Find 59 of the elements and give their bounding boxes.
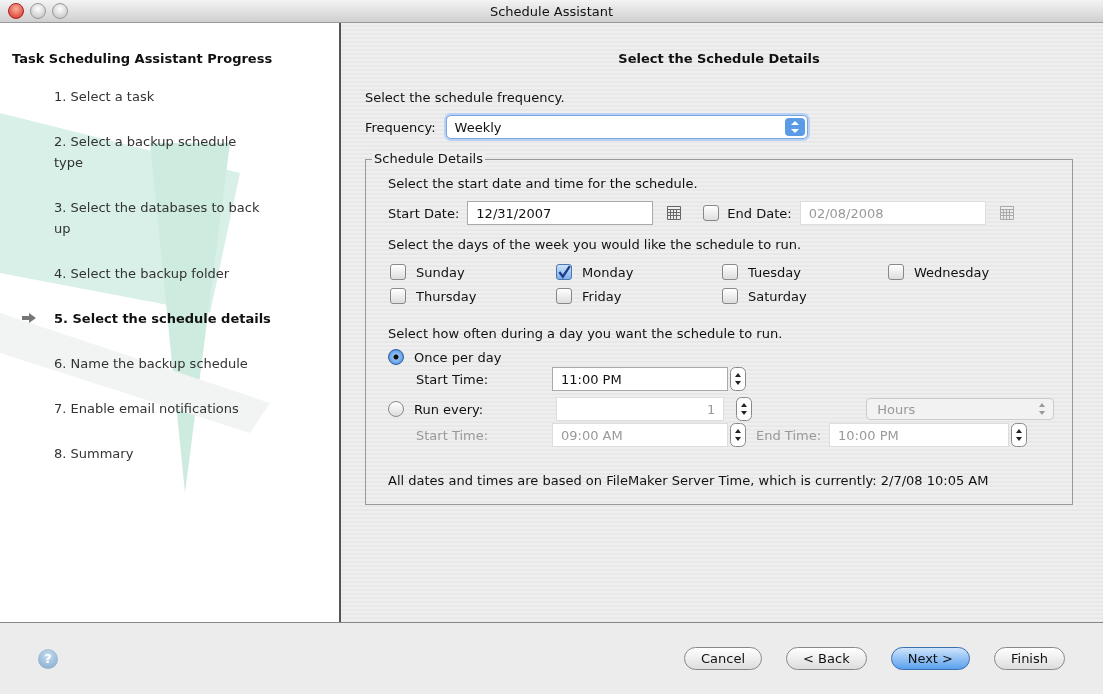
- stepper-button[interactable]: [1011, 423, 1028, 447]
- dialog-button[interactable]: Next >: [890, 647, 970, 670]
- checkbox-label: Monday: [582, 264, 634, 280]
- zoom-button[interactable]: [52, 3, 68, 19]
- field-label: End Date:: [727, 205, 792, 221]
- checkbox[interactable]: [722, 264, 738, 280]
- radio-label: Run every:: [414, 401, 485, 417]
- dialog-button[interactable]: < Back: [786, 647, 867, 670]
- checkbox[interactable]: [556, 264, 572, 280]
- stepper-button[interactable]: [730, 367, 746, 391]
- step-item: 7. Enable email notifications: [54, 400, 240, 418]
- instruction-text: Select how often during a day you want the schedule to run.: [388, 326, 784, 341]
- checkbox-label: Friday: [582, 288, 622, 304]
- instruction-text: Select the days of the week you would like the schedule to run.: [388, 237, 803, 252]
- checkbox[interactable]: [888, 264, 904, 280]
- checkbox[interactable]: [703, 205, 720, 221]
- step-item: 6. Name the backup schedule: [54, 355, 249, 373]
- checkbox-label: Saturday: [748, 288, 807, 304]
- start-time-field[interactable]: 11:00 PM: [552, 367, 728, 391]
- field-label: End Time:: [756, 427, 822, 443]
- checkbox-label: Tuesday: [748, 264, 801, 280]
- info-text: All dates and times are based on FileMaker Server Time, which is currently: 2/7/08 10:05 AM: [388, 472, 990, 490]
- start-date-field[interactable]: 12/31/2007: [467, 201, 654, 225]
- stepper-button[interactable]: [736, 397, 753, 421]
- checkbox-label: Sunday: [416, 264, 465, 280]
- dropdown-arrows-icon[interactable]: [1037, 401, 1047, 417]
- radio-label: Once per day: [414, 349, 502, 365]
- field-label: Start Date:: [388, 205, 460, 221]
- radio-button[interactable]: [388, 349, 404, 365]
- checkbox[interactable]: [390, 264, 406, 280]
- checkbox-label: Wednesday: [914, 264, 990, 280]
- close-button[interactable]: [8, 3, 24, 19]
- stepper-button[interactable]: [730, 423, 746, 447]
- step-item: 2. Select a backup schedule type: [54, 133, 238, 172]
- field-label: Start Time:: [416, 427, 490, 443]
- checkbox[interactable]: [556, 288, 572, 304]
- field-label: Frequency:: [365, 119, 436, 135]
- calendar-icon[interactable]: [667, 206, 682, 220]
- panel-title: Select the Schedule Details: [617, 50, 821, 66]
- radio-button[interactable]: [388, 401, 404, 417]
- step-item: 8. Summary: [54, 445, 135, 463]
- dropdown-arrows-icon[interactable]: [784, 118, 805, 136]
- checkbox[interactable]: [390, 288, 406, 304]
- dialog-button[interactable]: Finish: [994, 647, 1065, 670]
- window-title: Schedule Assistant: [489, 3, 614, 19]
- step-item: 1. Select a task: [54, 88, 156, 106]
- instruction-text: Select the schedule frequency.: [365, 90, 566, 105]
- step-item: 5. Select the schedule details: [54, 310, 272, 328]
- step-item: 4. Select the backup folder: [54, 265, 231, 283]
- instruction-text: Select the start date and time for the schedule.: [388, 176, 699, 191]
- checkbox[interactable]: [722, 288, 738, 304]
- checkbox-label: Thursday: [416, 288, 477, 304]
- field-label: Start Time:: [416, 371, 490, 387]
- minimize-button[interactable]: [30, 3, 46, 19]
- step-item: 3. Select the databases to back up: [54, 199, 261, 238]
- frequency-dropdown[interactable]: Weekly: [445, 115, 808, 139]
- dialog-button[interactable]: Cancel: [684, 647, 763, 670]
- sidebar-title: Task Scheduling Assistant Progress: [11, 50, 274, 66]
- group-title: Schedule Details: [372, 151, 485, 166]
